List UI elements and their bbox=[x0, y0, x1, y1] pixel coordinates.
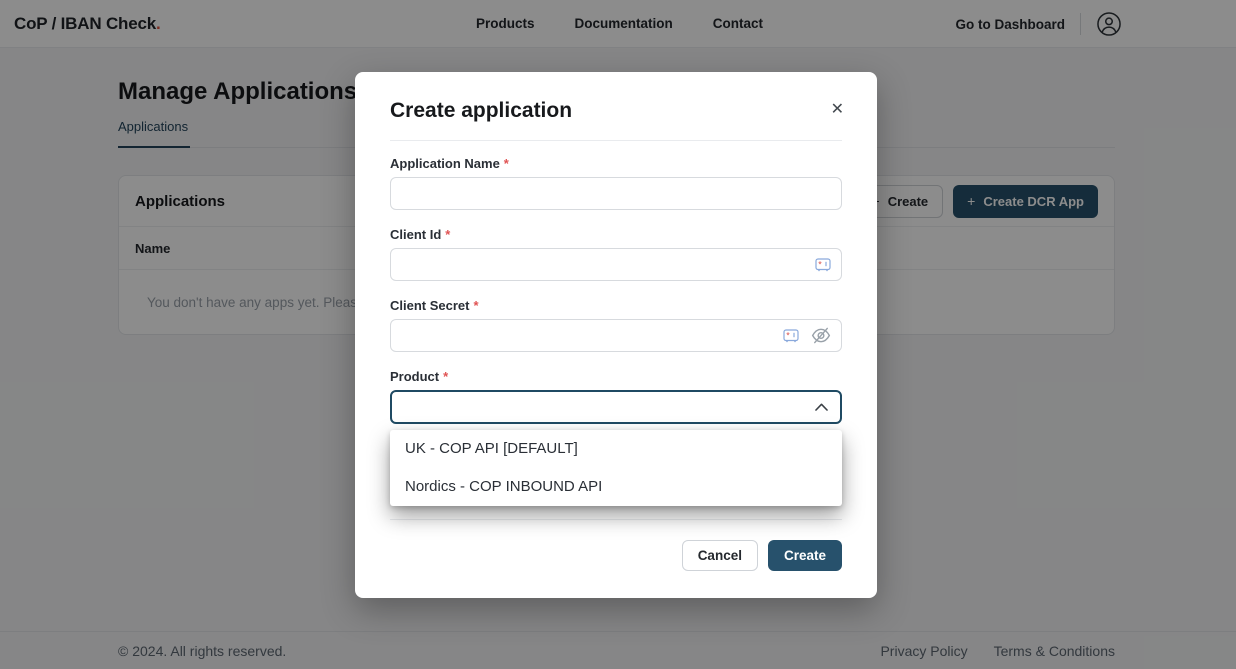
create-application-modal: Create application ✕ Application Name * … bbox=[355, 72, 877, 598]
product-select[interactable] bbox=[390, 390, 842, 424]
required-asterisk: * bbox=[443, 369, 448, 384]
required-asterisk: * bbox=[473, 298, 478, 313]
modal-title: Create application bbox=[390, 97, 572, 124]
product-label: Product * bbox=[390, 369, 842, 384]
field-label-text: Client Id bbox=[390, 227, 441, 242]
svg-text:*: * bbox=[786, 330, 790, 340]
client-secret-field: Client Secret * * bbox=[390, 298, 842, 352]
client-id-input[interactable]: * bbox=[390, 248, 842, 281]
chevron-up-icon bbox=[815, 403, 828, 411]
password-manager-autofill-icon[interactable]: * bbox=[815, 258, 831, 272]
application-name-input[interactable] bbox=[390, 177, 842, 210]
svg-text:*: * bbox=[818, 259, 822, 269]
product-field: Product * UK - COP API [DEFAULT] Nordics… bbox=[390, 369, 842, 424]
client-secret-label: Client Secret * bbox=[390, 298, 842, 313]
required-asterisk: * bbox=[504, 156, 509, 171]
client-id-label: Client Id * bbox=[390, 227, 842, 242]
client-id-field: Client Id * * bbox=[390, 227, 842, 281]
modal-footer: Cancel Create bbox=[355, 520, 877, 571]
close-icon[interactable]: ✕ bbox=[831, 102, 844, 118]
application-name-field: Application Name * bbox=[390, 156, 842, 210]
product-dropdown-list: UK - COP API [DEFAULT] Nordics - COP INB… bbox=[390, 430, 842, 506]
dropdown-option-uk-cop-api[interactable]: UK - COP API [DEFAULT] bbox=[390, 430, 842, 468]
modal-body: Application Name * Client Id * * bbox=[355, 141, 877, 519]
required-asterisk: * bbox=[445, 227, 450, 242]
application-name-label: Application Name * bbox=[390, 156, 842, 171]
field-label-text: Client Secret bbox=[390, 298, 469, 313]
toggle-password-visibility-button[interactable] bbox=[811, 327, 831, 344]
cancel-button[interactable]: Cancel bbox=[682, 540, 758, 571]
password-manager-autofill-icon[interactable]: * bbox=[783, 329, 799, 343]
client-secret-input[interactable]: * bbox=[390, 319, 842, 352]
eye-slash-icon bbox=[811, 327, 831, 344]
dropdown-option-nordics-cop-inbound-api[interactable]: Nordics - COP INBOUND API bbox=[390, 468, 842, 506]
modal-create-button[interactable]: Create bbox=[768, 540, 842, 571]
field-label-text: Application Name bbox=[390, 156, 500, 171]
modal-header: Create application ✕ bbox=[355, 72, 877, 124]
field-label-text: Product bbox=[390, 369, 439, 384]
